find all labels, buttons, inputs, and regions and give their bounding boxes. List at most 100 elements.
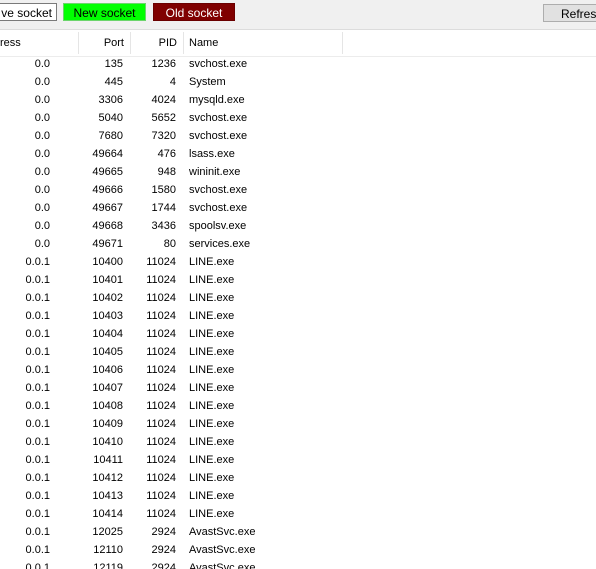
cell-pid: 11024 xyxy=(146,418,176,430)
toolbar: ve socket New socket Old socket Refres xyxy=(0,0,596,30)
cell-address: 0.0 xyxy=(34,148,50,160)
column-divider[interactable] xyxy=(183,32,184,54)
table-row[interactable]: 0.0 7680 7320 svchost.exe xyxy=(0,127,596,145)
cell-process-name: lsass.exe xyxy=(189,148,235,160)
cell-port: 49665 xyxy=(92,166,123,178)
table-row[interactable]: 0.0.1 12110 2924 AvastSvc.exe xyxy=(0,541,596,559)
cell-process-name: LINE.exe xyxy=(189,400,235,412)
cell-process-name: LINE.exe xyxy=(189,472,235,484)
old-socket-button[interactable]: Old socket xyxy=(153,3,235,21)
table-row[interactable]: 0.0.1 10403 11024 LINE.exe xyxy=(0,307,596,325)
table-row[interactable]: 0.0 49665 948 wininit.exe xyxy=(0,163,596,181)
column-header-name[interactable]: Name xyxy=(189,30,339,56)
table-row[interactable]: 0.0.1 10406 11024 LINE.exe xyxy=(0,361,596,379)
refresh-button[interactable]: Refres xyxy=(543,4,596,22)
cell-port: 10407 xyxy=(92,382,123,394)
cell-address: 0.0.1 xyxy=(25,256,50,268)
cell-port: 10400 xyxy=(92,256,123,268)
cell-port: 49666 xyxy=(92,184,123,196)
cell-port: 10412 xyxy=(92,472,123,484)
cell-address: 0.0 xyxy=(34,130,50,142)
table-row[interactable]: 0.0.1 10412 11024 LINE.exe xyxy=(0,469,596,487)
table-row[interactable]: 0.0 135 1236 svchost.exe xyxy=(0,55,596,73)
cell-port: 49664 xyxy=(92,148,123,160)
table-row[interactable]: 0.0.1 10409 11024 LINE.exe xyxy=(0,415,596,433)
cell-pid: 11024 xyxy=(146,508,176,520)
cell-process-name: LINE.exe xyxy=(189,454,235,466)
cell-port: 135 xyxy=(104,58,123,70)
cell-address: 0.0.1 xyxy=(25,310,50,322)
cell-port: 12025 xyxy=(92,526,123,538)
cell-port: 49668 xyxy=(92,220,123,232)
cell-pid: 948 xyxy=(157,166,176,178)
cell-pid: 11024 xyxy=(146,472,176,484)
cell-port: 10409 xyxy=(92,418,123,430)
table-row[interactable]: 0.0 49666 1580 svchost.exe xyxy=(0,181,596,199)
cell-port: 10406 xyxy=(92,364,123,376)
cell-pid: 11024 xyxy=(146,436,176,448)
column-header-pid[interactable]: PID xyxy=(131,30,177,56)
table-row[interactable]: 0.0 3306 4024 mysqld.exe xyxy=(0,91,596,109)
table-row[interactable]: 0.0.1 10414 11024 LINE.exe xyxy=(0,505,596,523)
new-socket-button[interactable]: New socket xyxy=(63,3,146,21)
cell-address: 0.0.1 xyxy=(25,418,50,430)
cell-address: 0.0.1 xyxy=(25,274,50,286)
cell-port: 10405 xyxy=(92,346,123,358)
table-row[interactable]: 0.0.1 10410 11024 LINE.exe xyxy=(0,433,596,451)
table-row[interactable]: 0.0.1 12025 2924 AvastSvc.exe xyxy=(0,523,596,541)
cell-address: 0.0.1 xyxy=(25,454,50,466)
cell-process-name: LINE.exe xyxy=(189,328,235,340)
table-row[interactable]: 0.0.1 10404 11024 LINE.exe xyxy=(0,325,596,343)
cell-port: 10401 xyxy=(92,274,123,286)
table-row[interactable]: 0.0.1 10400 11024 LINE.exe xyxy=(0,253,596,271)
table-row[interactable]: 0.0.1 12119 2924 AvastSvc.exe xyxy=(0,559,596,569)
cell-port: 10413 xyxy=(92,490,123,502)
table-row[interactable]: 0.0.1 10411 11024 LINE.exe xyxy=(0,451,596,469)
cell-pid: 11024 xyxy=(146,364,176,376)
active-socket-button[interactable]: ve socket xyxy=(0,3,57,21)
cell-port: 12119 xyxy=(93,562,123,569)
cell-port: 10403 xyxy=(92,310,123,322)
cell-port: 445 xyxy=(104,76,123,88)
cell-address: 0.0 xyxy=(34,76,50,88)
cell-process-name: svchost.exe xyxy=(189,112,248,124)
table-row[interactable]: 0.0.1 10413 11024 LINE.exe xyxy=(0,487,596,505)
column-header-port[interactable]: Port xyxy=(79,30,124,56)
cell-port: 10411 xyxy=(93,454,123,466)
cell-process-name: LINE.exe xyxy=(189,382,235,394)
cell-pid: 5652 xyxy=(151,112,176,124)
cell-address: 0.0.1 xyxy=(25,292,50,304)
table-row[interactable]: 0.0.1 10401 11024 LINE.exe xyxy=(0,271,596,289)
cell-port: 49667 xyxy=(92,202,123,214)
table-row[interactable]: 0.0 49664 476 lsass.exe xyxy=(0,145,596,163)
cell-address: 0.0.1 xyxy=(25,490,50,502)
cell-address: 0.0.1 xyxy=(25,364,50,376)
cell-port: 49671 xyxy=(92,238,123,250)
cell-process-name: LINE.exe xyxy=(189,310,235,322)
cell-address: 0.0.1 xyxy=(25,400,50,412)
table-row[interactable]: 0.0.1 10405 11024 LINE.exe xyxy=(0,343,596,361)
cell-address: 0.0 xyxy=(34,202,50,214)
table-row[interactable]: 0.0.1 10407 11024 LINE.exe xyxy=(0,379,596,397)
table-row[interactable]: 0.0 445 4 System xyxy=(0,73,596,91)
cell-pid: 11024 xyxy=(146,310,176,322)
table-row[interactable]: 0.0 49667 1744 svchost.exe xyxy=(0,199,596,217)
table-row[interactable]: 0.0.1 10402 11024 LINE.exe xyxy=(0,289,596,307)
table-row[interactable]: 0.0 49668 3436 spoolsv.exe xyxy=(0,217,596,235)
table-row[interactable]: 0.0.1 10408 11024 LINE.exe xyxy=(0,397,596,415)
cell-address: 0.0.1 xyxy=(25,328,50,340)
cell-pid: 2924 xyxy=(151,526,176,538)
column-header-address[interactable]: ress xyxy=(0,30,78,56)
cell-pid: 2924 xyxy=(151,544,176,556)
cell-pid: 11024 xyxy=(146,490,176,502)
cell-port: 10402 xyxy=(92,292,123,304)
cell-process-name: wininit.exe xyxy=(189,166,241,178)
cell-process-name: LINE.exe xyxy=(189,364,235,376)
cell-address: 0.0.1 xyxy=(25,526,50,538)
cell-process-name: spoolsv.exe xyxy=(189,220,247,232)
table-row[interactable]: 0.0 49671 80 services.exe xyxy=(0,235,596,253)
table-row[interactable]: 0.0 5040 5652 svchost.exe xyxy=(0,109,596,127)
cell-pid: 476 xyxy=(157,148,176,160)
column-divider[interactable] xyxy=(342,32,343,54)
cell-pid: 11024 xyxy=(146,454,176,466)
